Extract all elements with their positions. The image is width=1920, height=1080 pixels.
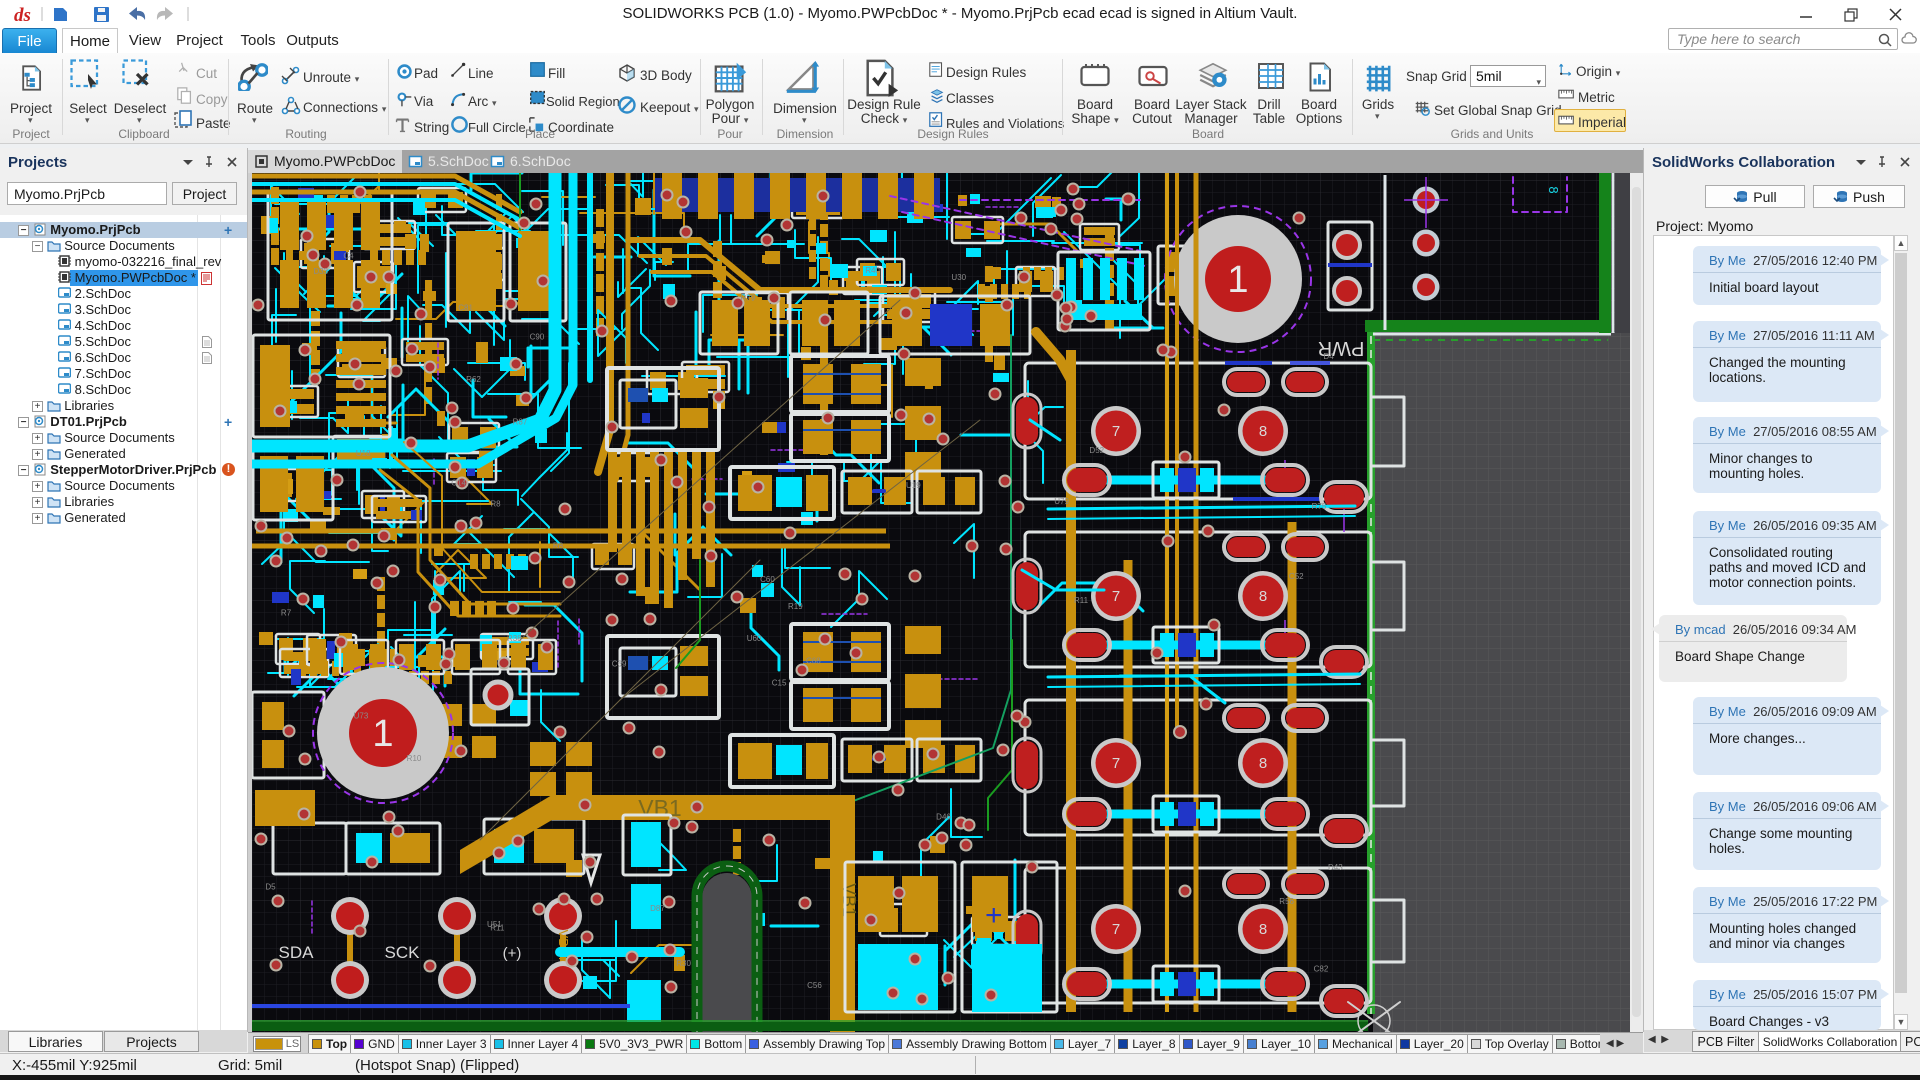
svg-text:SDA: SDA	[279, 943, 315, 962]
svg-text:R11: R11	[490, 924, 505, 933]
svg-text:D87: D87	[650, 904, 665, 913]
svg-text:R38: R38	[507, 634, 522, 643]
svg-text:C52: C52	[1289, 572, 1304, 581]
svg-text:(+): (+)	[503, 945, 522, 962]
svg-text:R30: R30	[676, 959, 691, 968]
svg-text:7: 7	[1112, 755, 1120, 772]
svg-text:R19: R19	[788, 602, 803, 611]
svg-text:C82: C82	[1314, 964, 1329, 973]
svg-text:D43: D43	[1328, 863, 1343, 872]
svg-text:R87: R87	[513, 418, 528, 427]
svg-text:R79: R79	[741, 294, 756, 303]
svg-text:8: 8	[1259, 588, 1267, 605]
svg-text:D33: D33	[313, 267, 328, 276]
svg-text:R75: R75	[1312, 502, 1327, 511]
svg-text:C15: C15	[772, 678, 787, 687]
svg-text:8: 8	[1259, 423, 1267, 440]
svg-text:R40: R40	[865, 266, 880, 275]
svg-text:R11: R11	[1074, 596, 1089, 605]
svg-text:8: 8	[1259, 755, 1267, 772]
svg-text:1: 1	[372, 713, 393, 755]
svg-text:C69: C69	[612, 660, 627, 669]
svg-text:C60: C60	[760, 575, 775, 584]
svg-text:+: +	[985, 899, 1003, 932]
svg-text:R56: R56	[1279, 897, 1294, 906]
svg-text:C81: C81	[458, 304, 473, 313]
svg-text:U79: U79	[1054, 497, 1069, 506]
svg-text:R10: R10	[407, 754, 422, 763]
svg-text:U19: U19	[906, 481, 921, 490]
svg-text:R7: R7	[281, 609, 292, 618]
svg-text:R62: R62	[466, 375, 481, 384]
svg-text:C4: C4	[343, 251, 354, 260]
svg-text:D52: D52	[1089, 446, 1104, 455]
svg-text:D4: D4	[1323, 352, 1334, 361]
svg-text:SCK: SCK	[385, 943, 421, 962]
svg-text:8: 8	[1546, 186, 1561, 193]
svg-text:VB1: VB1	[839, 883, 859, 917]
svg-text:U18: U18	[356, 449, 371, 458]
svg-text:1: 1	[1227, 259, 1248, 301]
svg-text:C68: C68	[806, 657, 821, 666]
svg-text:C90: C90	[530, 333, 545, 342]
svg-text:U30: U30	[951, 273, 966, 282]
svg-text:8: 8	[1259, 921, 1267, 938]
svg-text:R8: R8	[490, 499, 501, 508]
svg-text:C14: C14	[451, 479, 466, 488]
svg-text:7: 7	[1112, 921, 1120, 938]
svg-text:D46: D46	[936, 812, 951, 821]
svg-text:7: 7	[1112, 588, 1120, 605]
svg-text:R8: R8	[553, 541, 564, 550]
svg-text:U73: U73	[354, 712, 369, 721]
svg-text:U60: U60	[747, 634, 762, 643]
svg-text:7: 7	[1112, 423, 1120, 440]
svg-text:C56: C56	[807, 981, 822, 990]
svg-text:D5: D5	[265, 882, 276, 891]
